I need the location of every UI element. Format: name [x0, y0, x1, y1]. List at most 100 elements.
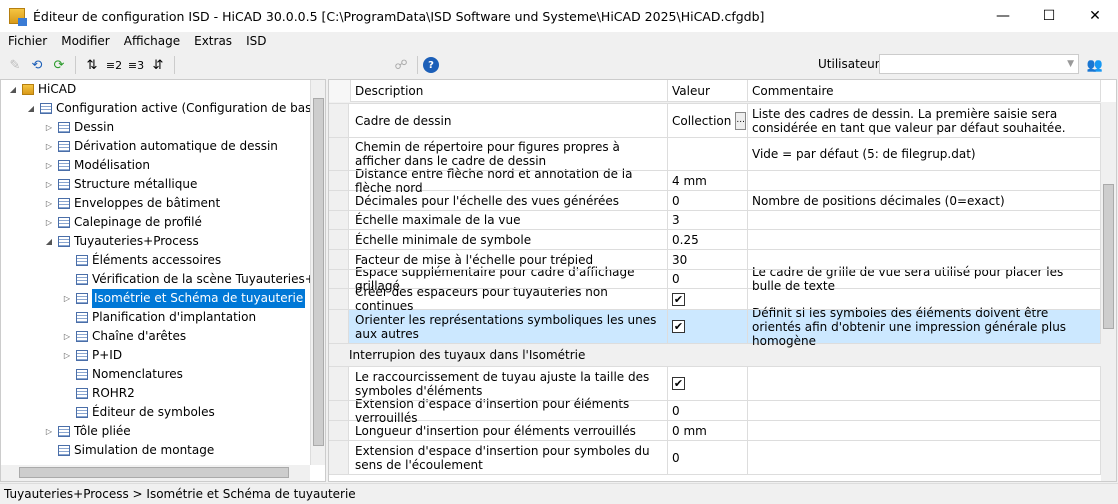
- row-gutter: [329, 171, 349, 190]
- value-cell[interactable]: 0 mm: [668, 421, 748, 440]
- menu-isd[interactable]: ISD: [238, 32, 272, 51]
- close-button[interactable]: ✕: [1072, 0, 1118, 32]
- tree-item[interactable]: Vérification de la scène Tuyauteries+Pro: [61, 270, 325, 289]
- tree-item[interactable]: ▷ Chaîne d'arêtes: [61, 327, 186, 346]
- expand-icon[interactable]: ▷: [61, 346, 73, 365]
- comment-cell: Liste des cadres de dessin. La première …: [748, 104, 1101, 137]
- collapse-icon[interactable]: ◢: [25, 99, 37, 118]
- property-row[interactable]: Facteur de mise à l'échelle pour trépied…: [329, 250, 1101, 270]
- value-cell[interactable]: 0: [668, 270, 748, 288]
- menu-affichage[interactable]: Affichage: [116, 32, 186, 51]
- tree-item[interactable]: ROHR2: [61, 384, 135, 403]
- expand-icon[interactable]: ▷: [43, 137, 55, 156]
- expand-icon[interactable]: ▷: [43, 194, 55, 213]
- description-text: Cadre de dessin: [355, 113, 452, 128]
- value-cell[interactable]: 0: [668, 441, 748, 474]
- expand-icon[interactable]: ▷: [61, 327, 73, 346]
- tree-item[interactable]: ▷ Dessin: [43, 118, 114, 137]
- tree-item[interactable]: ◢ Tuyauteries+Process: [43, 232, 199, 251]
- find-binoculars-icon[interactable]: ☍: [390, 54, 412, 76]
- checkbox[interactable]: ✔: [672, 320, 685, 333]
- value-cell[interactable]: 0: [668, 191, 748, 210]
- expand-icon[interactable]: ▷: [43, 422, 55, 441]
- node-icon: [76, 255, 88, 266]
- value-text: 0: [672, 272, 680, 286]
- tree-horizontal-scrollbar[interactable]: [1, 465, 310, 481]
- tree-item[interactable]: ▷ Modélisation: [43, 156, 150, 175]
- property-row[interactable]: Cadre de dessin Collection... Liste des ca…: [329, 104, 1101, 138]
- level-2-icon[interactable]: ≡2: [103, 54, 125, 76]
- menu-fichier[interactable]: Fichier: [0, 32, 53, 51]
- value-cell[interactable]: ✔: [668, 367, 748, 400]
- property-row[interactable]: Le raccourcissement de tuyau ajuste la t…: [329, 367, 1101, 401]
- property-row[interactable]: Chemin de répertoire pour figures propre…: [329, 138, 1101, 171]
- column-description[interactable]: Description: [351, 80, 668, 102]
- user-dropdown[interactable]: ▼: [879, 54, 1079, 74]
- value-cell[interactable]: 0.25: [668, 230, 748, 249]
- tree-vertical-scrollbar[interactable]: [310, 80, 325, 465]
- expand-icon[interactable]: ▷: [43, 118, 55, 137]
- tree-item[interactable]: ▷ Isométrie et Schéma de tuyauterie: [61, 289, 306, 308]
- expand-icon[interactable]: ▷: [61, 289, 73, 308]
- scroll-thumb[interactable]: [19, 467, 289, 478]
- value-cell[interactable]: 30: [668, 250, 748, 269]
- tree-item[interactable]: ▷ Structure métallique: [43, 175, 197, 194]
- comment-cell: Le cadre de grille de vue sera utilisé p…: [748, 265, 1101, 293]
- checkbox[interactable]: ✔: [672, 292, 685, 306]
- property-row[interactable]: Espace supplémentaire pour cadre d'affic…: [329, 265, 1101, 293]
- scroll-thumb[interactable]: [313, 98, 324, 446]
- tree-item[interactable]: ▷ Dérivation automatique de dessin: [43, 137, 278, 156]
- property-row[interactable]: Extension d'espace d'insertion pour élém…: [329, 397, 1101, 425]
- collapse-level-icon[interactable]: ⇵: [147, 54, 169, 76]
- tree-item[interactable]: ▷ Enveloppes de bâtiment: [43, 194, 220, 213]
- property-row[interactable]: Échelle minimale de symbole 0.25: [329, 230, 1101, 250]
- column-value[interactable]: Valeur: [668, 80, 748, 102]
- property-row[interactable]: Distance entre flèche nord et annotation…: [329, 167, 1101, 195]
- node-icon: [76, 274, 88, 285]
- users-icon[interactable]: 👥: [1084, 54, 1106, 76]
- node-icon: [76, 407, 88, 418]
- value-cell[interactable]: [668, 138, 748, 170]
- description-text: Longueur d'insertion pour éléments verro…: [355, 423, 636, 438]
- edit-pencil-icon[interactable]: ✎: [4, 54, 26, 76]
- refresh-icon[interactable]: ⟳: [48, 54, 70, 76]
- tree-item[interactable]: Éditeur de symboles: [61, 403, 215, 422]
- minimize-button[interactable]: —: [980, 0, 1026, 32]
- value-cell[interactable]: ✔: [668, 310, 748, 343]
- scroll-thumb[interactable]: [1103, 184, 1114, 329]
- value-cell[interactable]: 3: [668, 211, 748, 229]
- value-cell[interactable]: ✔: [668, 289, 748, 309]
- checkbox[interactable]: ✔: [672, 377, 685, 390]
- property-row[interactable]: Extension d'espace d'insertion pour symb…: [329, 441, 1101, 475]
- tree-item[interactable]: ▷ Tôle pliée: [43, 422, 131, 441]
- expand-icon[interactable]: ▷: [43, 156, 55, 175]
- tree-item[interactable]: ▷ P+ID: [61, 346, 122, 365]
- description-cell: Orienter les représentations symboliques…: [351, 310, 668, 343]
- tree-item[interactable]: ◢ HiCAD: [7, 80, 76, 99]
- maximize-button[interactable]: ☐: [1026, 0, 1072, 32]
- level-3-icon[interactable]: ≡3: [125, 54, 147, 76]
- value-cell[interactable]: 0: [668, 401, 748, 420]
- tree-item[interactable]: Nomenclatures: [61, 365, 183, 384]
- undo-icon[interactable]: ⟲: [26, 54, 48, 76]
- property-row[interactable]: Échelle maximale de la vue 3: [329, 211, 1101, 230]
- expand-level-icon[interactable]: ⇅: [81, 54, 103, 76]
- help-icon[interactable]: ?: [423, 57, 439, 73]
- tree-item[interactable]: Planification d'implantation: [61, 308, 256, 327]
- menu-extras[interactable]: Extras: [186, 32, 238, 51]
- expand-icon[interactable]: ▷: [43, 213, 55, 232]
- collapse-icon[interactable]: ◢: [43, 232, 55, 251]
- collapse-icon[interactable]: ◢: [7, 80, 19, 99]
- value-cell[interactable]: Collection...: [668, 104, 748, 137]
- grid-vertical-scrollbar[interactable]: [1101, 102, 1116, 481]
- column-comment[interactable]: Commentaire: [748, 80, 1101, 102]
- property-row[interactable]: Orienter les représentations symboliques…: [329, 306, 1101, 348]
- tree-item[interactable]: ◢ Configuration active (Configuration de …: [25, 99, 324, 118]
- value-cell[interactable]: 4 mm: [668, 171, 748, 190]
- menu-modifier[interactable]: Modifier: [53, 32, 116, 51]
- tree-item[interactable]: Simulation de montage: [43, 441, 214, 460]
- tree-item[interactable]: Éléments accessoires: [61, 251, 221, 270]
- tree-item[interactable]: ▷ Calepinage de profilé: [43, 213, 202, 232]
- expand-icon[interactable]: ▷: [43, 175, 55, 194]
- ellipsis-button[interactable]: ...: [735, 111, 746, 130]
